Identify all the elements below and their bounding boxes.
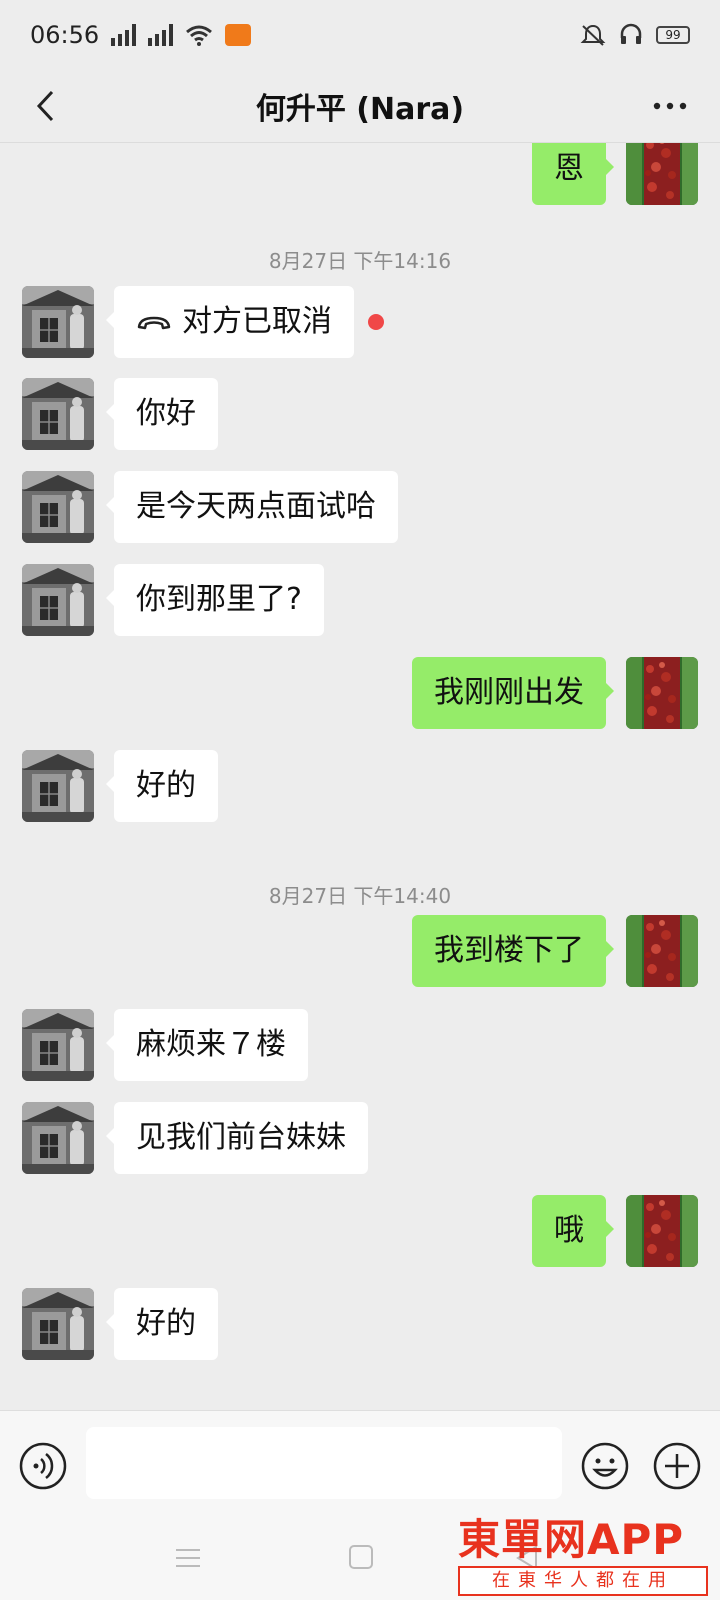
message-row-outgoing: 恩 bbox=[0, 143, 720, 205]
status-bar-left: 06:56 bbox=[30, 21, 252, 49]
message-row-outgoing: 哦 bbox=[0, 1195, 720, 1267]
message-row-outgoing: 我到楼下了 bbox=[0, 915, 720, 987]
message-bubble[interactable]: 你到那里了? bbox=[106, 564, 324, 636]
message-row-incoming: 好的 bbox=[0, 750, 720, 822]
contact-avatar[interactable] bbox=[22, 1009, 94, 1081]
my-avatar[interactable] bbox=[626, 915, 698, 987]
hangup-icon bbox=[136, 287, 172, 359]
message-bubble[interactable]: 好的 bbox=[106, 1288, 218, 1360]
message-row-incoming: 见我们前台妹妹 bbox=[0, 1102, 720, 1174]
message-bubble[interactable]: 麻烦来７楼 bbox=[106, 1009, 308, 1081]
message-row-incoming: 对方已取消 bbox=[0, 286, 720, 358]
contact-avatar[interactable] bbox=[22, 1102, 94, 1174]
watermark-subtitle: 在東华人都在用 bbox=[458, 1566, 708, 1596]
chevron-left-icon bbox=[36, 90, 54, 122]
menu-icon[interactable] bbox=[174, 1546, 202, 1570]
contact-avatar[interactable] bbox=[22, 378, 94, 450]
message-bubble[interactable]: 你好 bbox=[106, 378, 218, 450]
message-text: 你好 bbox=[136, 396, 196, 431]
more-button[interactable] bbox=[642, 82, 698, 130]
message-text: 好的 bbox=[136, 768, 196, 803]
my-avatar[interactable] bbox=[626, 143, 698, 205]
my-avatar[interactable] bbox=[626, 657, 698, 729]
status-bar: 06:56 99 bbox=[0, 0, 720, 70]
plus-icon[interactable] bbox=[652, 1441, 702, 1491]
message-row-incoming: 好的 bbox=[0, 1288, 720, 1360]
message-row-incoming: 是今天两点面试哈 bbox=[0, 471, 720, 543]
message-bubble[interactable]: 我到楼下了 bbox=[412, 915, 614, 987]
back-button[interactable] bbox=[22, 82, 70, 130]
message-bubble[interactable]: 哦 bbox=[532, 1195, 614, 1267]
message-row-incoming: 你到那里了? bbox=[0, 564, 720, 636]
wifi-icon bbox=[186, 25, 213, 46]
message-text: 你到那里了? bbox=[136, 582, 302, 617]
battery-icon: 99 bbox=[656, 26, 690, 44]
message-bubble[interactable]: 好的 bbox=[106, 750, 218, 822]
message-text: 我到楼下了 bbox=[434, 933, 584, 968]
message-row-incoming: 麻烦来７楼 bbox=[0, 1009, 720, 1081]
watermark: 東單网APP 在東华人都在用 bbox=[458, 1516, 714, 1600]
contact-avatar[interactable] bbox=[22, 286, 94, 358]
message-row-incoming: 你好 bbox=[0, 378, 720, 450]
chat-title: 何升平 (Nara) bbox=[255, 92, 465, 127]
message-bubble[interactable]: 我刚刚出发 bbox=[412, 657, 614, 729]
message-input[interactable] bbox=[86, 1427, 562, 1499]
more-dots-icon bbox=[653, 102, 687, 110]
message-text: 恩 bbox=[554, 151, 584, 186]
headset-icon bbox=[620, 23, 642, 44]
contact-avatar[interactable] bbox=[22, 1288, 94, 1360]
contact-avatar[interactable] bbox=[22, 750, 94, 822]
mute-icon bbox=[580, 24, 606, 46]
signal-icon bbox=[111, 24, 137, 46]
watermark-title: 東單网APP bbox=[458, 1515, 685, 1564]
contact-avatar[interactable] bbox=[22, 564, 94, 636]
emoji-icon[interactable] bbox=[580, 1441, 630, 1491]
message-text: 麻烦来７楼 bbox=[136, 1027, 286, 1062]
home-icon[interactable] bbox=[348, 1544, 374, 1570]
message-bubble[interactable]: 见我们前台妹妹 bbox=[106, 1102, 368, 1174]
contact-avatar[interactable] bbox=[22, 471, 94, 543]
timestamp: 8月27日 下午14:40 bbox=[268, 884, 452, 908]
message-text: 哦 bbox=[554, 1213, 584, 1248]
message-text: 对方已取消 bbox=[182, 304, 332, 339]
chat-header: 何升平 (Nara) bbox=[0, 70, 720, 143]
message-bubble[interactable]: 恩 bbox=[532, 143, 614, 205]
unread-dot bbox=[368, 314, 384, 330]
message-text: 我刚刚出发 bbox=[434, 675, 584, 710]
app-badge-icon bbox=[225, 24, 252, 46]
signal-icon bbox=[148, 24, 174, 46]
message-text: 是今天两点面试哈 bbox=[136, 489, 376, 524]
status-bar-right: 99 bbox=[580, 22, 690, 48]
message-bubble[interactable]: 对方已取消 bbox=[106, 286, 354, 359]
message-bubble[interactable]: 是今天两点面试哈 bbox=[106, 471, 398, 543]
message-text: 见我们前台妹妹 bbox=[136, 1120, 346, 1155]
message-list[interactable]: 恩 8月27日 下午14:16 对方已取消你好是今天两点面试哈 你到那里了? 我刚刚出发… bbox=[0, 143, 720, 1410]
my-avatar[interactable] bbox=[626, 1195, 698, 1267]
timestamp: 8月27日 下午14:16 bbox=[268, 249, 452, 273]
clock: 06:56 bbox=[30, 21, 100, 49]
message-text: 好的 bbox=[136, 1306, 196, 1341]
voice-icon[interactable] bbox=[18, 1441, 68, 1491]
message-row-outgoing: 我刚刚出发 bbox=[0, 657, 720, 729]
input-bar bbox=[0, 1410, 720, 1519]
